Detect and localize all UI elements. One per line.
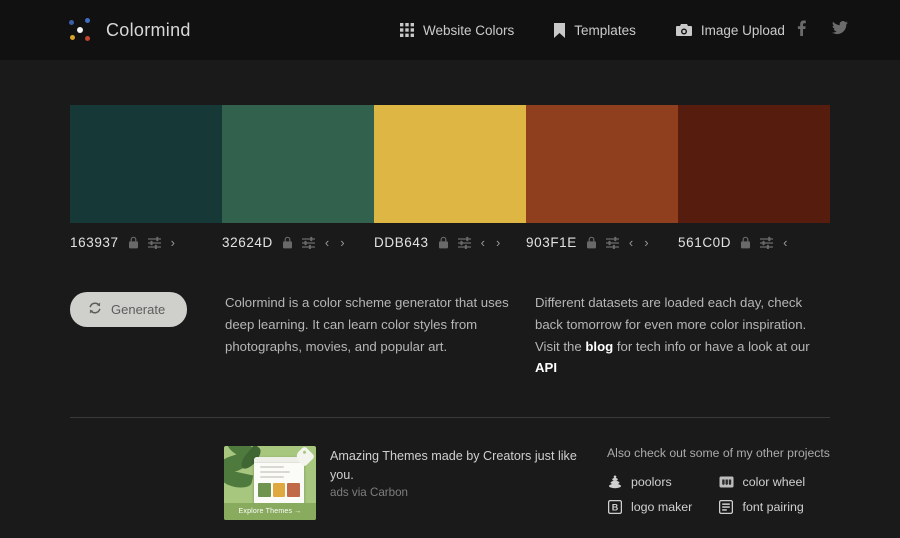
swatch-control-0: 163937 ›: [70, 235, 222, 250]
site-header: Colormind Website Colors Tem: [0, 0, 900, 60]
prev-color-chevron[interactable]: ‹: [628, 236, 634, 249]
generate-column: Generate: [70, 292, 225, 379]
next-color-chevron[interactable]: ›: [339, 236, 345, 249]
brand-logo-link[interactable]: Colormind: [68, 17, 191, 43]
generate-button-label: Generate: [111, 302, 165, 317]
carbon-ad[interactable]: Explore Themes → Amazing Themes made by …: [224, 446, 599, 524]
color-swatch[interactable]: [678, 105, 830, 223]
ad-device-mockup: [254, 457, 304, 509]
camera-icon: [676, 24, 692, 37]
hex-value[interactable]: 32624D: [222, 235, 273, 250]
sliders-icon[interactable]: [606, 236, 619, 249]
refresh-icon: [88, 301, 102, 318]
lock-icon[interactable]: [740, 236, 751, 249]
project-link-logo-maker[interactable]: B logo maker: [607, 499, 719, 514]
description-left-column: Colormind is a color scheme generator th…: [225, 292, 535, 379]
prev-color-chevron[interactable]: ‹: [324, 236, 330, 249]
lock-icon[interactable]: [128, 236, 139, 249]
swatch-control-3: 903F1E ‹ ›: [526, 235, 678, 250]
bookmark-icon: [554, 23, 565, 38]
swatch-controls-row: 163937 › 32624D ‹ › DDB643: [70, 235, 830, 250]
prev-color-chevron[interactable]: ‹: [782, 236, 788, 249]
sliders-icon[interactable]: [302, 236, 315, 249]
color-swatch[interactable]: [70, 105, 222, 223]
blog-link[interactable]: blog: [585, 339, 613, 354]
colormind-dots-logo: [68, 17, 94, 43]
other-projects-grid: poolors color wheel: [607, 474, 830, 524]
hex-value[interactable]: 903F1E: [526, 235, 577, 250]
sliders-icon[interactable]: [760, 236, 773, 249]
other-projects-title: Also check out some of my other projects: [607, 446, 830, 460]
brand-name: Colormind: [106, 20, 191, 41]
project-link-font-pairing[interactable]: font pairing: [719, 499, 831, 514]
description-right-text: Different datasets are loaded each day, …: [535, 292, 830, 379]
description-left-text: Colormind is a color scheme generator th…: [225, 292, 535, 357]
project-label-color-wheel: color wheel: [743, 475, 806, 489]
color-swatch[interactable]: [374, 105, 526, 223]
info-row: Generate Colormind is a color scheme gen…: [70, 292, 830, 379]
hex-value[interactable]: 561C0D: [678, 235, 731, 250]
carbon-ad-image[interactable]: Explore Themes →: [224, 446, 316, 520]
font-pairing-icon: [719, 499, 734, 514]
lock-icon[interactable]: [586, 236, 597, 249]
nav-label-templates: Templates: [574, 23, 636, 38]
project-link-poolors[interactable]: poolors: [607, 474, 719, 489]
grid-icon: [400, 23, 414, 37]
description-right-column: Different datasets are loaded each day, …: [535, 292, 830, 379]
swatch-control-2: DDB643 ‹ ›: [374, 235, 526, 250]
ad-cta-button[interactable]: Explore Themes →: [224, 503, 316, 520]
next-color-chevron[interactable]: ›: [170, 236, 176, 249]
sliders-icon[interactable]: [458, 236, 471, 249]
lock-icon[interactable]: [282, 236, 293, 249]
nav-item-templates[interactable]: Templates: [554, 23, 636, 38]
next-color-chevron[interactable]: ›: [495, 236, 501, 249]
description-right-part2: for tech info or have a look at our: [613, 339, 809, 354]
other-projects: Also check out some of my other projects…: [599, 446, 830, 524]
footer-row: Explore Themes → Amazing Themes made by …: [70, 446, 830, 524]
svg-text:B: B: [611, 502, 618, 512]
swatch-control-4: 561C0D ‹: [678, 235, 830, 250]
section-divider: [70, 417, 830, 418]
api-link[interactable]: API: [535, 360, 557, 375]
nav-label-image-upload: Image Upload: [701, 23, 785, 38]
project-link-color-wheel[interactable]: color wheel: [719, 474, 831, 489]
project-label-poolors: poolors: [631, 475, 672, 489]
hex-value[interactable]: 163937: [70, 235, 119, 250]
nav-item-website-colors[interactable]: Website Colors: [400, 23, 514, 38]
next-color-chevron[interactable]: ›: [643, 236, 649, 249]
social-links: [797, 20, 848, 41]
project-label-font-pairing: font pairing: [743, 500, 804, 514]
color-swatch[interactable]: [222, 105, 374, 223]
generate-button[interactable]: Generate: [70, 292, 187, 327]
color-swatch[interactable]: [526, 105, 678, 223]
logo-maker-icon: B: [607, 499, 622, 514]
project-label-logo-maker: logo maker: [631, 500, 692, 514]
poolors-icon: [607, 474, 622, 489]
prev-color-chevron[interactable]: ‹: [480, 236, 486, 249]
lock-icon[interactable]: [438, 236, 449, 249]
swatch-control-1: 32624D ‹ ›: [222, 235, 374, 250]
twitter-icon[interactable]: [832, 21, 848, 40]
main-content: 163937 › 32624D ‹ › DDB643: [0, 105, 900, 524]
hex-value[interactable]: DDB643: [374, 235, 429, 250]
ad-via-label[interactable]: ads via Carbon: [330, 486, 599, 499]
main-nav: Website Colors Templates Image Upload: [400, 23, 785, 38]
sliders-icon[interactable]: [148, 236, 161, 249]
ad-headline[interactable]: Amazing Themes made by Creators just lik…: [330, 447, 599, 484]
color-palette: [70, 105, 830, 223]
ad-text-block: Amazing Themes made by Creators just lik…: [330, 446, 599, 524]
facebook-icon[interactable]: [797, 20, 806, 41]
nav-label-website-colors: Website Colors: [423, 23, 514, 38]
nav-item-image-upload[interactable]: Image Upload: [676, 23, 785, 38]
color-wheel-icon: [719, 474, 734, 489]
